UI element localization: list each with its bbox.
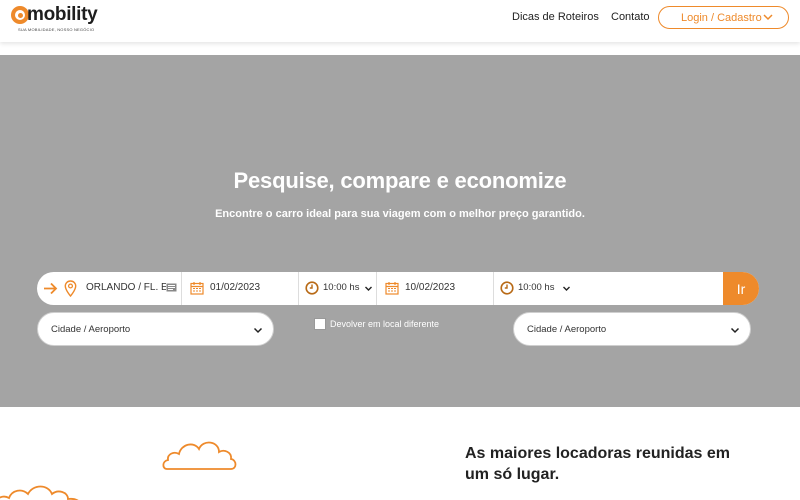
cloud-icon [162,441,237,470]
different-return-checkbox[interactable] [314,318,326,330]
section-heading: As maiores locadoras reunidas em um só l… [465,445,730,483]
pickup-time-value: 10:00 hs [323,282,360,293]
return-date-value: 10/02/2023 [405,282,456,293]
pickup-date-value: 01/02/2023 [210,282,261,293]
logo-text: mobility [27,4,98,25]
hero-section: Pesquise, compare e economize Encontre o… [0,55,800,407]
logo-tagline: SUA MOBILIDADE, NOSSO NEGÓCIO [18,27,95,32]
hero-title: Pesquise, compare e economize [233,168,567,193]
return-location-select-label: Cidade / Aeroporto [527,323,607,335]
return-location-select[interactable]: Cidade / Aeroporto [513,312,751,346]
pickup-location-select-label: Cidade / Aeroporto [51,323,131,335]
different-return-label: Devolver em local diferente [330,319,440,329]
pickup-date-field[interactable]: 01/02/2023 [181,272,298,305]
location-field[interactable]: ORLANDO / FL. EST [37,272,181,305]
chevron-down-icon [365,286,372,291]
chevron-down-icon [763,14,773,21]
id-card-icon [166,283,177,292]
chevron-down-icon [730,327,740,334]
clock-icon [500,281,514,295]
pickup-location-select[interactable]: Cidade / Aeroporto [37,312,274,346]
cloud-icon [0,485,79,500]
logo[interactable]: mobility SUA MOBILIDADE, NOSSO NEGÓCIO [11,4,121,36]
clock-icon [305,281,319,295]
search-bar: ORLANDO / FL. EST 01/02/2023 10:00 hs 10… [37,272,759,305]
return-time-value: 10:00 hs [518,282,555,293]
hero-subtitle: Encontre o carro ideal para sua viagem c… [215,208,585,220]
return-time-select[interactable]: 10:00 hs [493,272,723,305]
location-value: ORLANDO / FL. EST [86,282,166,293]
search-go-button[interactable]: Ir [723,272,759,305]
nav-link-contato[interactable]: Contato [611,11,650,23]
calendar-icon [190,282,204,295]
nav-link-roteiros[interactable]: Dicas de Roteiros [512,11,599,23]
calendar-icon [385,282,399,295]
login-button[interactable]: Login / Cadastro [658,6,789,29]
chevron-down-icon [563,286,570,291]
return-date-field[interactable]: 10/02/2023 [376,272,493,305]
login-label: Login / Cadastro [681,11,762,24]
chevron-down-icon [253,327,263,334]
map-pin-icon [64,280,77,297]
arrow-right-icon [44,282,58,295]
site-header: mobility SUA MOBILIDADE, NOSSO NEGÓCIO D… [0,0,800,42]
pickup-time-select[interactable]: 10:00 hs [298,272,376,305]
